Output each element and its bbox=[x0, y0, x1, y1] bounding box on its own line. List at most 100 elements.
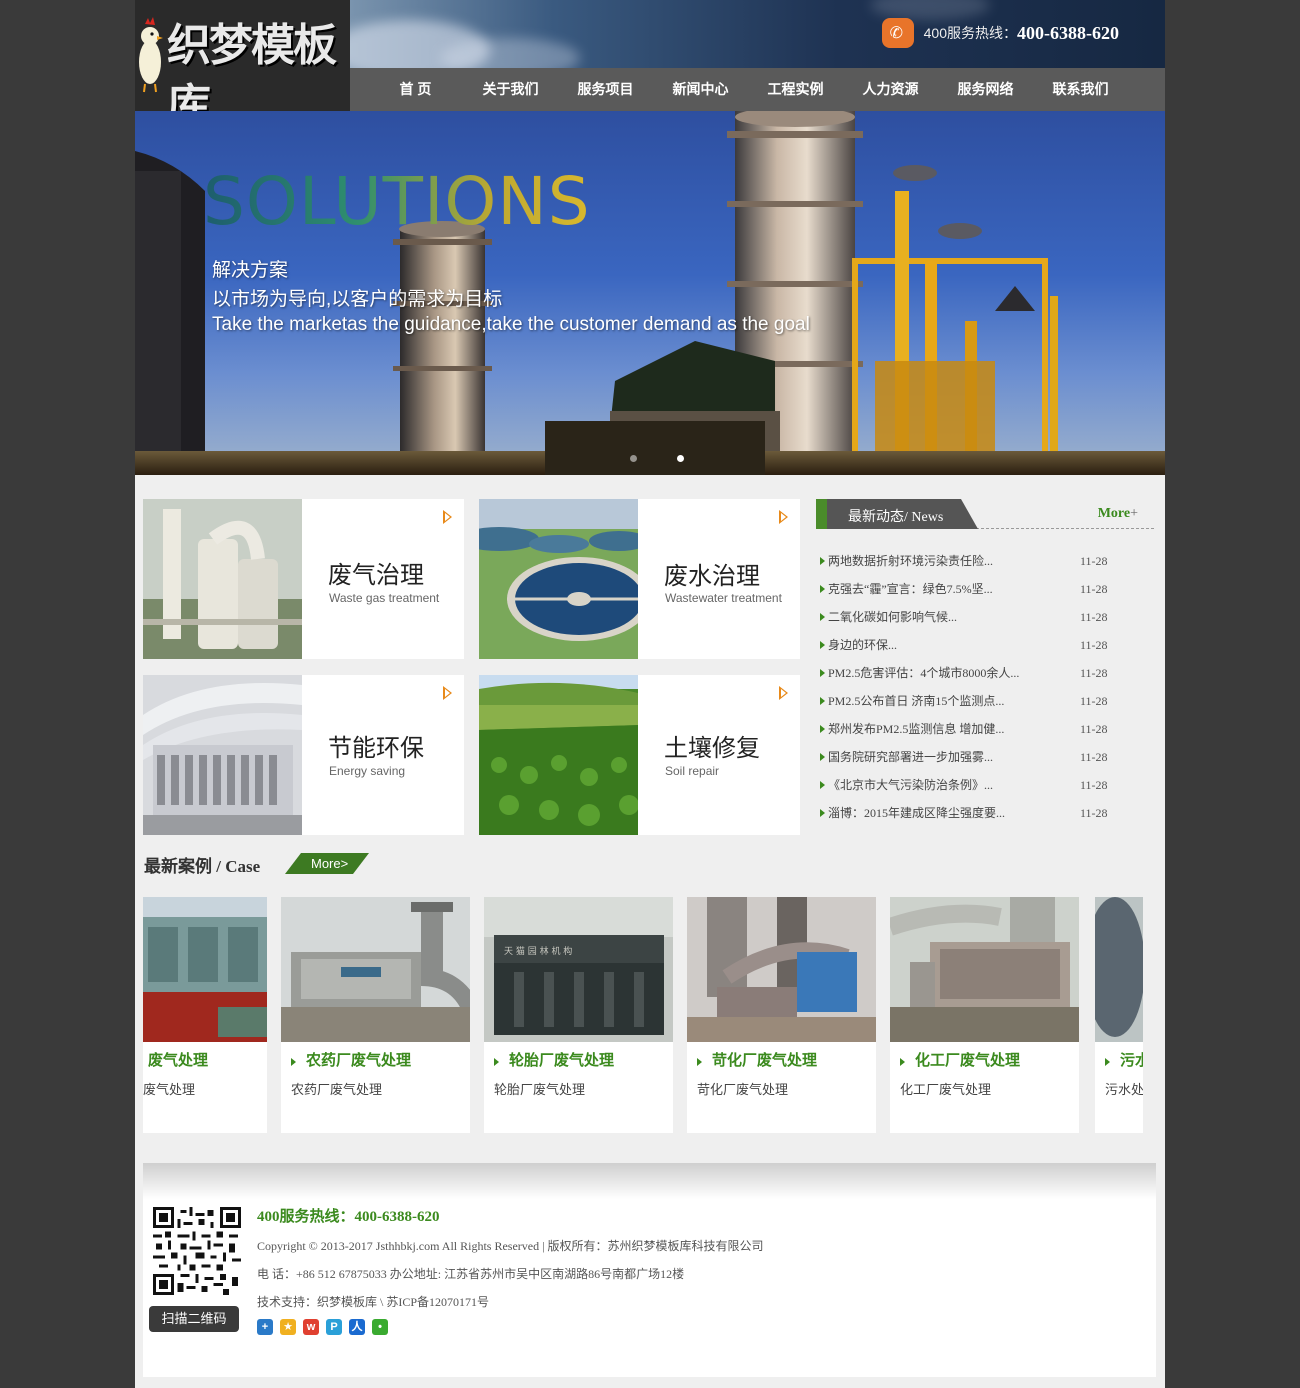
case-photo bbox=[890, 897, 1079, 1042]
main-nav: 首 页 关于我们 服务项目 新闻中心 工程实例 人力资源 服务网络 联系我们 bbox=[350, 68, 1165, 111]
service-card-soil[interactable]: 土壤修复 Soil repair bbox=[479, 675, 800, 835]
news-item[interactable]: 淄博：2015年建成区降尘强度要... 11-28 bbox=[816, 799, 1154, 827]
slider-dots bbox=[630, 455, 684, 462]
scan-qr-label: 扫描二维码 bbox=[149, 1306, 239, 1332]
case-desc: 污水处 bbox=[1105, 1082, 1143, 1097]
renren-icon[interactable]: 人 bbox=[349, 1319, 365, 1335]
qr-code bbox=[153, 1207, 241, 1295]
news-item[interactable]: PM2.5公布首日 济南15个监测点... 11-28 bbox=[816, 687, 1154, 715]
svg-text:天 猫 园 林 机 构: 天 猫 园 林 机 构 bbox=[504, 945, 572, 957]
hotline-label: 400服务热线： bbox=[923, 25, 1017, 41]
case-card[interactable]: 废气处理 废气处理 bbox=[143, 897, 267, 1133]
slider-dot-active[interactable] bbox=[677, 455, 684, 462]
case-photo bbox=[1095, 897, 1143, 1042]
case-card[interactable]: 天 猫 园 林 机 构 轮胎厂废气处理 轮胎厂废气处理 bbox=[484, 897, 673, 1133]
news-list: 两地数据折射环境污染责任险... 11-28 克强去“霾”宣言：绿色7.5%坚..… bbox=[816, 547, 1154, 827]
case-title[interactable]: 苛化厂废气处理 bbox=[697, 1049, 817, 1070]
nav-item-network[interactable]: 服务网络 bbox=[938, 68, 1033, 111]
case-title[interactable]: 化工厂废气处理 bbox=[900, 1049, 1020, 1070]
news-tab: 最新动态/ News bbox=[816, 499, 978, 529]
nav-item-services[interactable]: 服务项目 bbox=[558, 68, 653, 111]
arrow-icon bbox=[779, 686, 788, 700]
service-subtitle: Wastewater treatment bbox=[665, 591, 782, 605]
service-card-energy[interactable]: 节能环保 Energy saving bbox=[143, 675, 464, 835]
wastewater-photo bbox=[479, 499, 638, 659]
nav-item-contact[interactable]: 联系我们 bbox=[1033, 68, 1128, 111]
nav-item-home[interactable]: 首 页 bbox=[368, 68, 463, 111]
footer-copyright: Copyright © 2013-2017 Jsthhbkj.com All R… bbox=[257, 1239, 764, 1253]
case-desc: 苛化厂废气处理 bbox=[697, 1082, 789, 1097]
case-carousel: 废气处理 废气处理 农药厂废气处理 农药厂废气处理 天 猫 园 林 机 构 轮胎… bbox=[143, 897, 1143, 1133]
news-item[interactable]: 两地数据折射环境污染责任险... 11-28 bbox=[816, 547, 1154, 575]
nav-item-projects[interactable]: 工程实例 bbox=[748, 68, 843, 111]
case-card[interactable]: 农药厂废气处理 农药厂废气处理 bbox=[281, 897, 470, 1133]
phone-icon: ✆ bbox=[881, 18, 914, 48]
footer-support[interactable]: 技术支持：织梦模板库 \ 苏ICP备12070171号 bbox=[257, 1293, 489, 1310]
share-plus-icon[interactable]: + bbox=[257, 1319, 273, 1335]
footer-contact: 电 话：+86 512 67875033 办公地址: 江苏省苏州市吴中区南湖路8… bbox=[257, 1267, 685, 1281]
service-title[interactable]: 废气治理 bbox=[328, 555, 424, 590]
header: 织梦模板库 ✆ 400服务热线： 400-6388-620 首 页 关于我们 服… bbox=[135, 0, 1165, 131]
case-photo bbox=[281, 897, 470, 1042]
page-container: 织梦模板库 ✆ 400服务热线： 400-6388-620 首 页 关于我们 服… bbox=[135, 0, 1165, 1388]
footer: 扫描二维码 400服务热线：400-6388-620 Copyright © 2… bbox=[143, 1163, 1156, 1377]
service-subtitle: Soil repair bbox=[665, 764, 720, 778]
service-card-wastewater[interactable]: 废水治理 Wastewater treatment bbox=[479, 499, 800, 659]
waste-gas-photo bbox=[143, 499, 302, 659]
case-desc: 化工厂废气处理 bbox=[900, 1082, 992, 1097]
case-title[interactable]: 轮胎厂废气处理 bbox=[494, 1049, 614, 1070]
case-title[interactable]: 污水 bbox=[1105, 1049, 1143, 1070]
arrow-icon bbox=[779, 510, 788, 524]
qzone-icon[interactable]: ★ bbox=[280, 1319, 296, 1335]
news-item[interactable]: 二氧化碳如何影响气候... 11-28 bbox=[816, 603, 1154, 631]
slider-dot[interactable] bbox=[630, 455, 637, 462]
arrow-icon bbox=[443, 510, 452, 524]
case-title[interactable]: 农药厂废气处理 bbox=[291, 1049, 411, 1070]
news-item[interactable]: 身边的环保... 11-28 bbox=[816, 631, 1154, 659]
weibo-icon[interactable]: w bbox=[303, 1319, 319, 1335]
logo[interactable]: 织梦模板库 bbox=[135, 0, 350, 131]
news-header: 最新动态/ News More+ bbox=[816, 499, 1154, 529]
service-title[interactable]: 节能环保 bbox=[328, 728, 424, 763]
case-more-button[interactable]: More> bbox=[285, 853, 369, 874]
header-sky-image: ✆ 400服务热线： 400-6388-620 bbox=[350, 0, 1165, 68]
case-desc: 废气处理 bbox=[143, 1082, 196, 1097]
news-item[interactable]: 克强去“霾”宣言：绿色7.5%坚... 11-28 bbox=[816, 575, 1154, 603]
case-photo bbox=[687, 897, 876, 1042]
banner-title: SOLUTIONS bbox=[203, 163, 591, 240]
case-card[interactable]: 污水 污水处 bbox=[1095, 897, 1143, 1133]
news-item[interactable]: 郑州发布PM2.5监测信息 增加健... 11-28 bbox=[816, 715, 1154, 743]
news-item[interactable]: PM2.5危害评估：4个城市8000余人... 11-28 bbox=[816, 659, 1154, 687]
news-item[interactable]: 国务院研究部署进一步加强雾... 11-28 bbox=[816, 743, 1154, 771]
banner-subtitle-zh: 解决方案 bbox=[212, 260, 289, 281]
nav-item-news[interactable]: 新闻中心 bbox=[653, 68, 748, 111]
nav-item-about[interactable]: 关于我们 bbox=[463, 68, 558, 111]
case-section-title: 最新案例 / Case bbox=[144, 857, 261, 876]
soil-repair-photo bbox=[479, 675, 638, 835]
news-item[interactable]: 《北京市大气污染防治条例》... 11-28 bbox=[816, 771, 1154, 799]
footer-hotline: 400服务热线：400-6388-620 bbox=[257, 1209, 440, 1225]
hotline: ✆ 400服务热线： 400-6388-620 bbox=[881, 18, 1119, 48]
chicken-mascot-icon bbox=[139, 17, 163, 93]
case-card[interactable]: 化工厂废气处理 化工厂废气处理 bbox=[890, 897, 1079, 1133]
case-photo: 天 猫 园 林 机 构 bbox=[484, 897, 673, 1042]
tencent-weibo-icon[interactable]: P bbox=[326, 1319, 342, 1335]
hotline-number: 400-6388-620 bbox=[1017, 22, 1119, 43]
case-desc: 农药厂废气处理 bbox=[291, 1082, 383, 1097]
nav-item-hr[interactable]: 人力资源 bbox=[843, 68, 938, 111]
case-title[interactable]: 废气处理 bbox=[143, 1049, 208, 1070]
banner-slogan-en: Take the marketas the guidance,take the … bbox=[212, 314, 810, 335]
banner-slogan-zh: 以市场为导向,以客户的需求为目标 bbox=[212, 289, 503, 310]
case-card[interactable]: 苛化厂废气处理 苛化厂废气处理 bbox=[687, 897, 876, 1133]
arrow-icon bbox=[443, 686, 452, 700]
service-title[interactable]: 废水治理 bbox=[664, 556, 760, 591]
service-subtitle: Energy saving bbox=[329, 764, 406, 778]
energy-saving-photo bbox=[143, 675, 302, 835]
service-title[interactable]: 土壤修复 bbox=[664, 728, 760, 763]
news-panel: 最新动态/ News More+ 两地数据折射环境污染责任险... 11-28 克… bbox=[816, 499, 1154, 834]
news-title: 最新动态/ News bbox=[848, 510, 944, 525]
news-more-link[interactable]: More+ bbox=[1098, 506, 1138, 522]
wechat-icon[interactable]: • bbox=[372, 1319, 388, 1335]
hero-banner[interactable]: SOLUTIONS 解决方案 以市场为导向,以客户的需求为目标 Take the… bbox=[135, 111, 1165, 475]
service-card-waste-gas[interactable]: 废气治理 Waste gas treatment bbox=[143, 499, 464, 659]
